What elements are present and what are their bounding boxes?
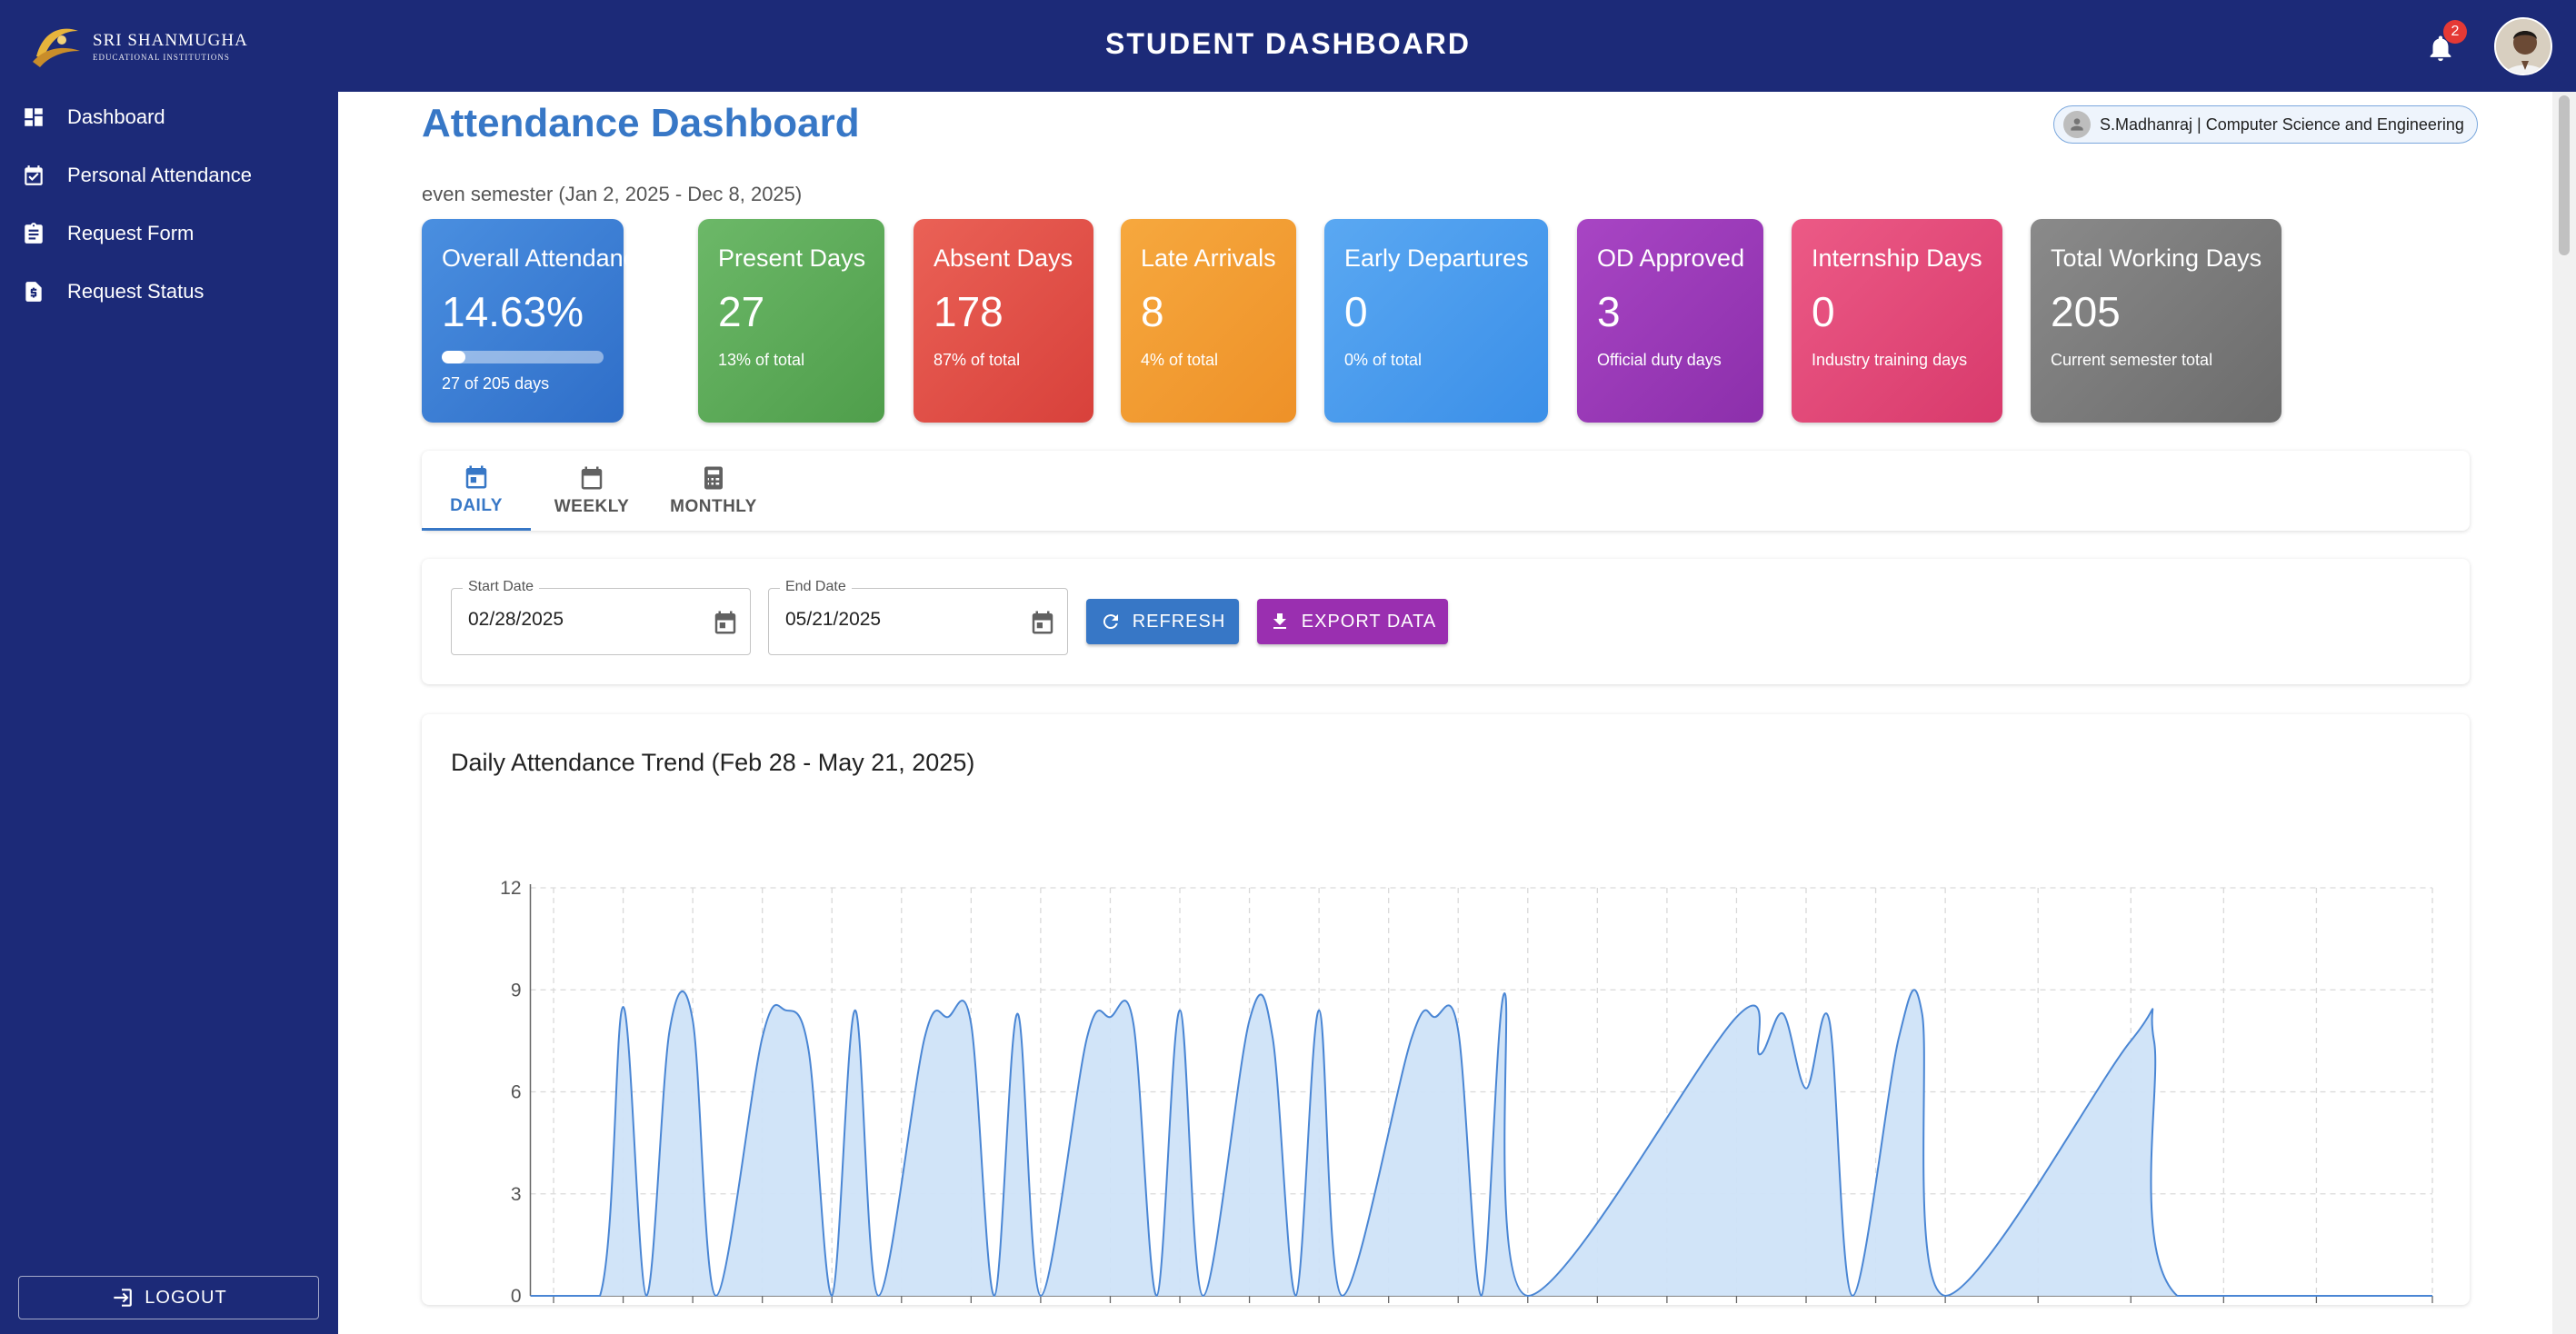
vertical-scrollbar[interactable] <box>2552 92 2576 1334</box>
sidebar-item-label: Request Form <box>67 222 195 244</box>
scrollbar-thumb[interactable] <box>2559 95 2570 255</box>
card-value: 205 <box>2051 288 2121 335</box>
start-date-field[interactable]: Start Date <box>451 579 751 655</box>
card-subtitle: 87% of total <box>934 351 1021 369</box>
card-title: Present Days <box>718 244 866 272</box>
export-data-button[interactable]: EXPORT DATA <box>1257 599 1448 644</box>
sidebar-item-dashboard[interactable]: Dashboard <box>0 92 338 143</box>
main-content: Attendance Dashboard S.Madhanraj | Compu… <box>338 92 2576 1334</box>
user-chip[interactable]: S.Madhanraj | Computer Science and Engin… <box>2053 105 2478 144</box>
card-title: Early Departures <box>1344 244 1529 272</box>
start-date-label: Start Date <box>463 579 540 595</box>
refresh-label: REFRESH <box>1132 611 1226 632</box>
logout-button[interactable]: LOGOUT <box>18 1276 319 1319</box>
card-subtitle: 4% of total <box>1141 351 1219 369</box>
user-chip-label: S.Madhanraj | Computer Science and Engin… <box>2100 114 2464 134</box>
calendar-icon[interactable] <box>712 609 739 636</box>
card-subtitle: 27 of 205 days <box>442 374 550 393</box>
card-internship-days: Internship Days 0 Industry training days <box>1792 219 2002 423</box>
logout-icon <box>110 1286 134 1309</box>
card-title: Internship Days <box>1812 244 1982 272</box>
page-title: Attendance Dashboard <box>422 101 860 145</box>
calendar-icon[interactable] <box>1029 609 1056 636</box>
sidebar-item-label: Personal Attendance <box>67 164 253 186</box>
card-od-approved: OD Approved 3 Official duty days <box>1577 219 1763 423</box>
sidebar-item-request-form[interactable]: Request Form <box>0 208 338 259</box>
top-bar: SRI SHANMUGHA EDUCATIONAL INSTITUTIONS S… <box>0 0 2576 92</box>
dashboard-icon <box>22 105 45 129</box>
calendar-month-icon <box>700 464 727 492</box>
avatar[interactable] <box>2494 17 2552 75</box>
tab-label: MONTHLY <box>670 497 757 516</box>
card-subtitle: Official duty days <box>1597 351 1722 369</box>
calendar-week-icon <box>578 464 605 492</box>
refresh-button[interactable]: REFRESH <box>1086 599 1239 644</box>
sidebar: Dashboard Personal Attendance Request Fo… <box>0 92 338 1334</box>
sidebar-item-request-status[interactable]: Request Status <box>0 266 338 317</box>
end-date-field[interactable]: End Date <box>768 579 1068 655</box>
tab-label: WEEKLY <box>554 497 630 516</box>
tab-daily[interactable]: DAILY <box>422 451 531 531</box>
end-date-input[interactable] <box>785 609 1013 631</box>
chart-card: Daily Attendance Trend (Feb 28 - May 21,… <box>422 714 2470 1305</box>
view-tabs: DAILY WEEKLY MONTHLY <box>422 451 2470 531</box>
card-value: 0 <box>1344 288 1368 335</box>
card-subtitle: 13% of total <box>718 351 805 369</box>
card-value: 0 <box>1812 288 1835 335</box>
card-total-working-days: Total Working Days 205 Current semester … <box>2031 219 2281 423</box>
card-early-departures: Early Departures 0 0% of total <box>1324 219 1548 423</box>
card-late-arrivals: Late Arrivals 8 4% of total <box>1121 219 1296 423</box>
card-present-days: Present Days 27 13% of total <box>698 219 884 423</box>
export-label: EXPORT DATA <box>1301 611 1437 632</box>
card-value: 27 <box>718 288 765 335</box>
clipboard-icon <box>22 222 45 245</box>
avatar-photo <box>2496 19 2551 74</box>
y-tick-label: 12 <box>500 878 521 899</box>
card-subtitle: Industry training days <box>1812 351 1968 369</box>
person-icon <box>2063 111 2091 138</box>
refresh-icon <box>1100 611 1122 632</box>
card-overall-attendance: Overall Attendance 14.63% 27 of 205 days <box>422 219 650 423</box>
filter-panel: Start Date End Date REFRESH EXPORT DATA <box>422 559 2470 684</box>
card-absent-days: Absent Days 178 87% of total <box>914 219 1093 423</box>
series-area <box>530 990 2432 1296</box>
card-title: Absent Days <box>934 244 1073 272</box>
start-date-input[interactable] <box>468 609 695 631</box>
tab-weekly[interactable]: WEEKLY <box>534 451 649 531</box>
sidebar-item-personal-attendance[interactable]: Personal Attendance <box>0 150 338 201</box>
calendar-check-icon <box>22 164 45 187</box>
card-title: Overall Attendance <box>442 244 650 272</box>
y-tick-label: 3 <box>511 1184 522 1205</box>
calendar-today-icon <box>463 463 490 491</box>
attendance-progress-bar <box>442 351 604 363</box>
end-date-label: End Date <box>780 579 852 595</box>
card-value: 178 <box>934 288 1003 335</box>
notification-badge: 2 <box>2443 20 2467 44</box>
sidebar-item-label: Request Status <box>67 280 205 303</box>
y-tick-label: 9 <box>511 980 522 1000</box>
tab-monthly[interactable]: MONTHLY <box>653 451 774 531</box>
app-title: STUDENT DASHBOARD <box>1105 27 1471 60</box>
card-subtitle: Current semester total <box>2051 351 2213 369</box>
y-tick-label: 6 <box>511 1082 522 1103</box>
sidebar-item-label: Dashboard <box>67 105 165 128</box>
card-title: Late Arrivals <box>1141 244 1276 272</box>
card-value: 8 <box>1141 288 1164 335</box>
card-value: 14.63% <box>442 288 584 335</box>
document-status-icon <box>22 280 45 304</box>
card-value: 3 <box>1597 288 1621 335</box>
card-title: OD Approved <box>1597 244 1745 272</box>
download-icon <box>1269 611 1291 632</box>
logout-label: LOGOUT <box>145 1287 227 1308</box>
card-subtitle: 0% of total <box>1344 351 1423 369</box>
card-title: Total Working Days <box>2051 244 2262 272</box>
y-tick-label: 0 <box>511 1286 522 1305</box>
attendance-progress-fill <box>442 351 466 363</box>
attendance-trend-chart: 036912Mar 01Mar 04Mar 07Mar 10Mar 13Mar … <box>500 878 2433 1305</box>
semester-label: even semester (Jan 2, 2025 - Dec 8, 2025… <box>422 183 803 205</box>
tab-label: DAILY <box>450 495 503 515</box>
